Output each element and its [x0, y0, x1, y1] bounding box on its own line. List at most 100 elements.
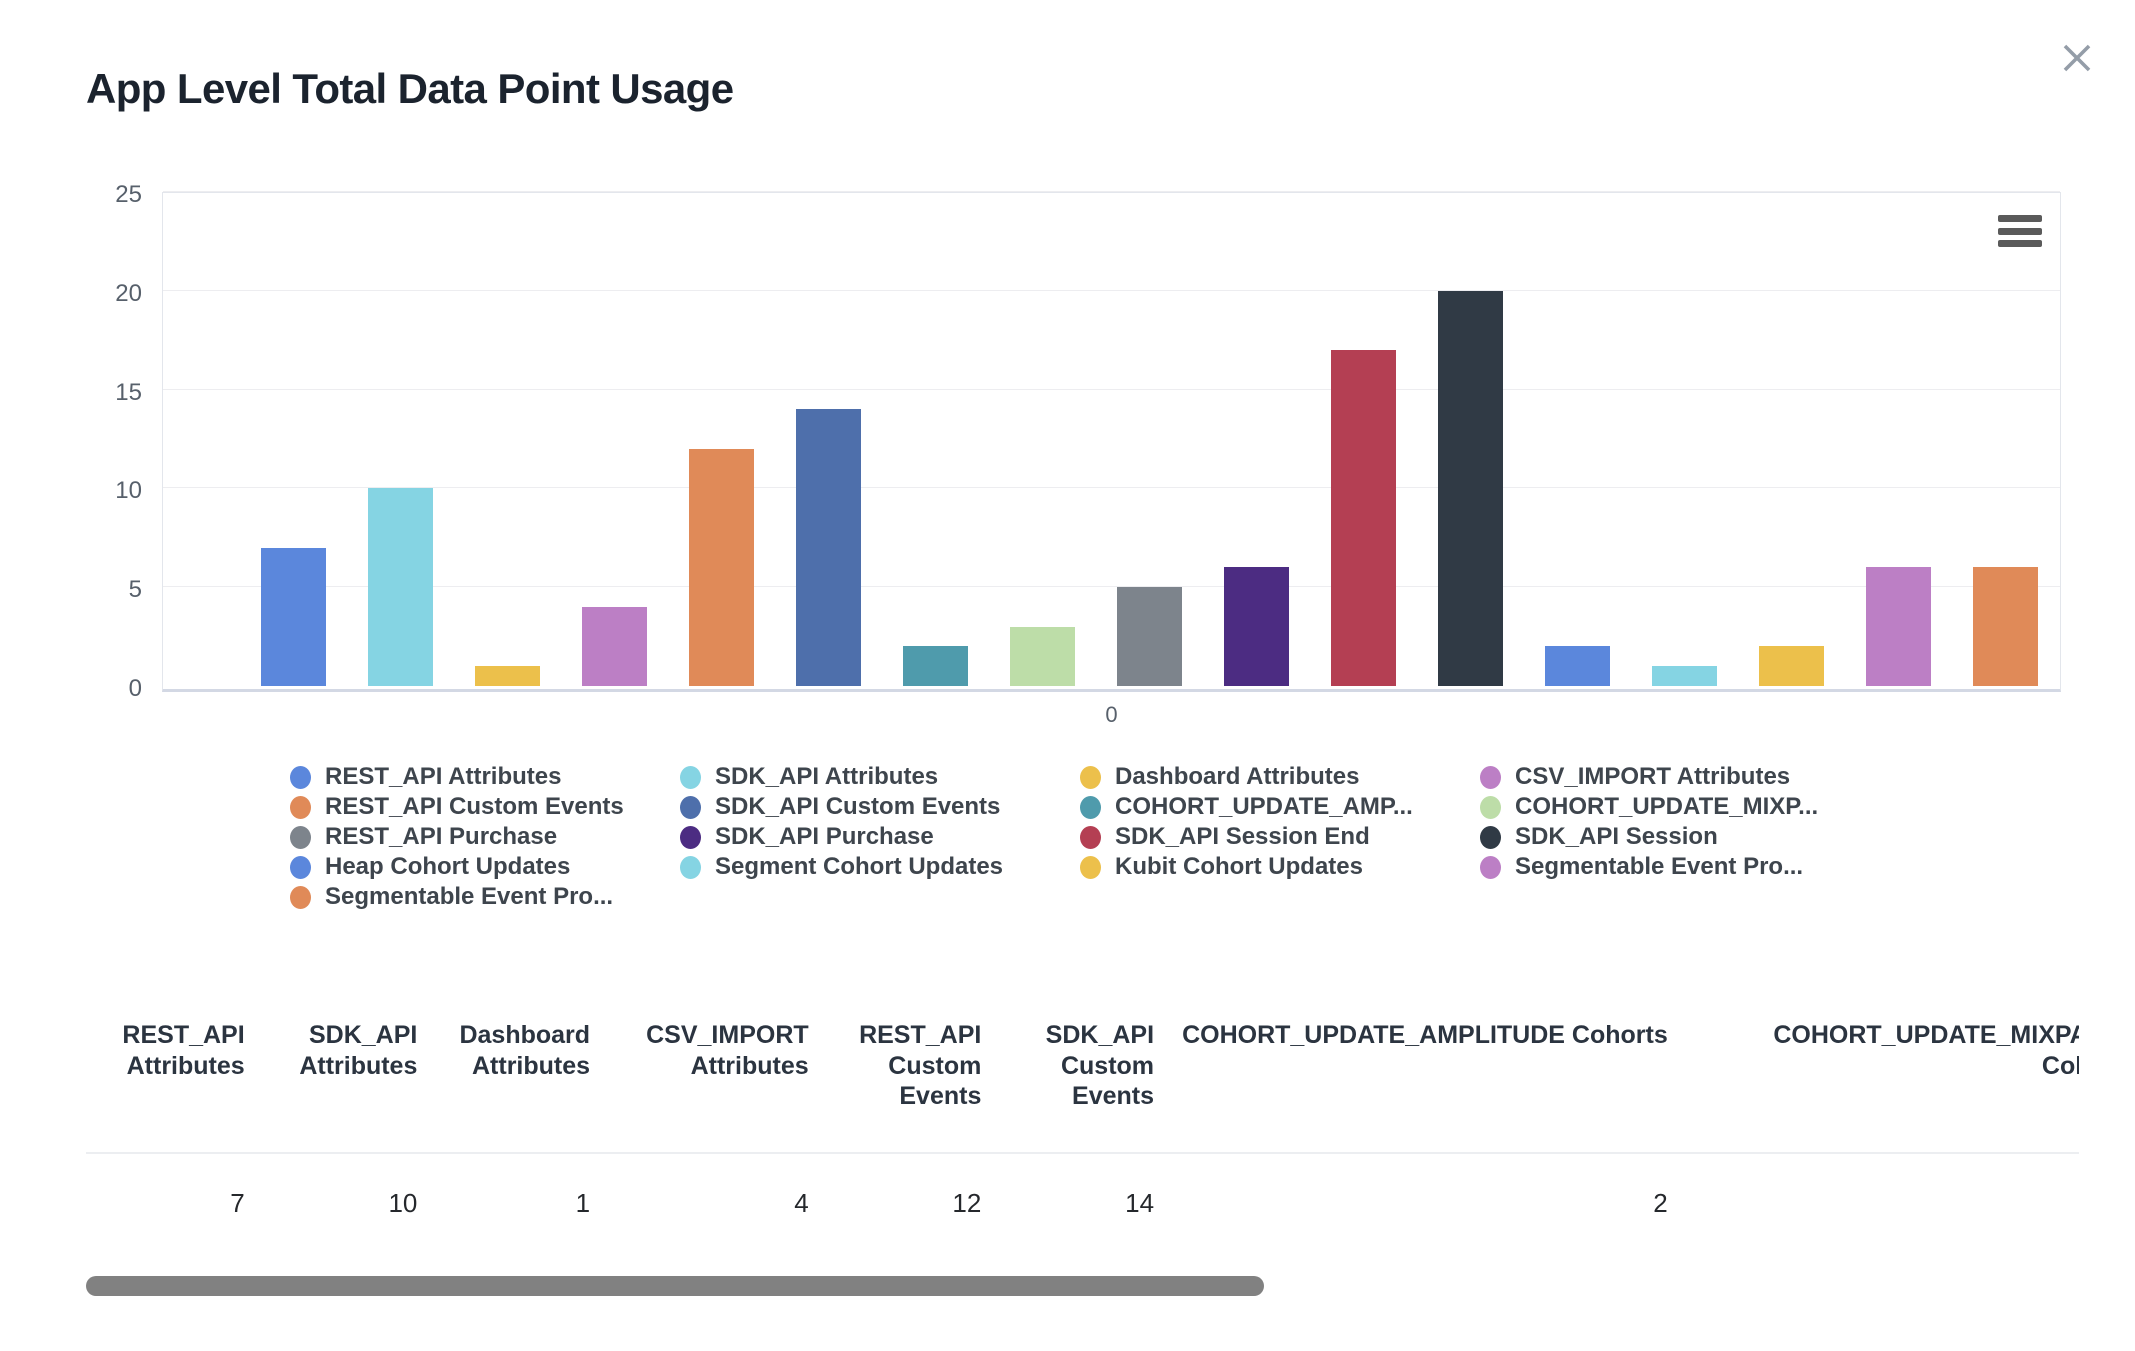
bar-slot: [561, 187, 668, 686]
legend-item-label: CSV_IMPORT Attributes: [1515, 763, 1791, 790]
bar[interactable]: [1010, 626, 1075, 686]
bar[interactable]: [582, 606, 647, 686]
legend-color-dot-icon: [290, 765, 311, 789]
legend-item[interactable]: Dashboard Attributes: [1080, 762, 1480, 792]
bar-slot: [1524, 187, 1631, 686]
legend-item-label: Segmentable Event Pro...: [325, 883, 614, 910]
legend-color-dot-icon: [290, 795, 311, 819]
y-axis-tick: 15: [115, 378, 142, 406]
legend-color-dot-icon: [1480, 825, 1501, 849]
table-cell: 12: [822, 1151, 996, 1240]
x-axis-label: 0: [1105, 702, 1118, 727]
bar-slot: [1417, 187, 1524, 686]
legend-color-dot-icon: [680, 795, 701, 819]
legend-item-label: Segmentable Event Pro...: [1515, 853, 1804, 880]
table-cell: 4: [604, 1151, 823, 1240]
table-cell: 10: [258, 1151, 432, 1240]
legend-item-label: SDK_API Purchase: [715, 823, 934, 850]
bar-slot: [240, 187, 347, 686]
bar[interactable]: [1973, 567, 2038, 686]
legend-item[interactable]: Segment Cohort Updates: [680, 852, 1080, 882]
table-column-header[interactable]: SDK_API Custom Events: [995, 1020, 1168, 1153]
legend-item[interactable]: Heap Cohort Updates: [290, 852, 680, 882]
bar[interactable]: [261, 547, 326, 686]
table-column-header[interactable]: COHORT_UPDATE_AMPLITUDE Cohorts: [1168, 1020, 1682, 1153]
bar-slot: [1845, 187, 1952, 686]
horizontal-scrollbar[interactable]: [86, 1276, 2079, 1296]
legend-item-label: REST_API Attributes: [325, 763, 562, 790]
bar[interactable]: [903, 646, 968, 686]
app-usage-modal: App Level Total Data Point Usage 0 5 10 15 2…: [0, 0, 2135, 1351]
data-table: REST_API Attributes SDK_API Attributes Das…: [86, 1020, 2079, 1240]
table-column-header[interactable]: COHORT_UPDATE_MIXPANEL Cohorts: [1682, 1020, 2079, 1153]
bar-slot: [1203, 187, 1310, 686]
bar-slot: [1952, 187, 2059, 686]
legend-item[interactable]: SDK_API Purchase: [680, 822, 1080, 852]
bar-slot: [1096, 187, 1203, 686]
bar[interactable]: [1331, 350, 1396, 686]
hamburger-menu-icon[interactable]: [1998, 211, 2042, 251]
y-axis-tick: 0: [128, 675, 142, 702]
bar[interactable]: [1224, 567, 1289, 686]
legend-item[interactable]: SDK_API Custom Events: [680, 792, 1080, 822]
legend-item-label: Heap Cohort Updates: [325, 853, 571, 880]
bar[interactable]: [368, 488, 433, 686]
table-body: 71014121423: [86, 1151, 2079, 1240]
table-column-header[interactable]: REST_API Custom Events: [823, 1020, 996, 1153]
table-cell: 7: [86, 1151, 259, 1240]
legend-item-label: Segment Cohort Updates: [715, 853, 1004, 880]
legend-item[interactable]: CSV_IMPORT Attributes: [1480, 762, 1850, 792]
scrollbar-thumb[interactable]: [86, 1276, 1264, 1296]
bar-slot: [775, 187, 882, 686]
legend-item[interactable]: Segmentable Event Pro...: [1480, 852, 1850, 882]
bar[interactable]: [796, 409, 861, 686]
bar-slot: [668, 187, 775, 686]
legend-item-label: Kubit Cohort Updates: [1115, 853, 1363, 880]
table-cell: 3: [1681, 1151, 2079, 1240]
page-title: App Level Total Data Point Usage: [86, 65, 734, 112]
legend-color-dot-icon: [290, 855, 311, 879]
bar[interactable]: [475, 666, 540, 686]
legend-color-dot-icon: [1480, 765, 1501, 789]
table-column-header[interactable]: CSV_IMPORT Attributes: [604, 1020, 823, 1153]
table-header-row: REST_API Attributes SDK_API Attributes Das…: [86, 1020, 2079, 1153]
bar-slot: [454, 187, 561, 686]
legend-item[interactable]: SDK_API Session: [1480, 822, 1850, 852]
y-axis-tick: 20: [115, 279, 142, 307]
legend-color-dot-icon: [290, 885, 311, 909]
plot-frame: [162, 191, 2061, 692]
bar[interactable]: [1438, 290, 1503, 686]
legend-item[interactable]: Segmentable Event Pro...: [290, 882, 680, 912]
table-cell: 14: [995, 1151, 1169, 1240]
legend-color-dot-icon: [680, 765, 701, 789]
legend-item[interactable]: REST_API Purchase: [290, 822, 680, 852]
legend-item[interactable]: REST_API Attributes: [290, 762, 680, 792]
bar[interactable]: [1759, 646, 1824, 686]
bar[interactable]: [1117, 587, 1182, 686]
table-column-header[interactable]: Dashboard Attributes: [431, 1020, 604, 1153]
legend-item[interactable]: SDK_API Session End: [1080, 822, 1480, 852]
bar[interactable]: [1652, 666, 1717, 686]
legend-item[interactable]: REST_API Custom Events: [290, 792, 680, 822]
legend-color-dot-icon: [1080, 855, 1101, 879]
bar[interactable]: [1545, 646, 1610, 686]
bar-slot: [882, 187, 989, 686]
legend-item[interactable]: Kubit Cohort Updates: [1080, 852, 1480, 882]
bar[interactable]: [689, 448, 754, 686]
table-column-header[interactable]: SDK_API Attributes: [259, 1020, 432, 1153]
y-axis-tick: 5: [128, 576, 142, 604]
bar-slot: [1631, 187, 1738, 686]
bar-slot: [1310, 187, 1417, 686]
chart-legend: REST_API Attributes REST_API Custom Event…: [290, 762, 1850, 912]
legend-item-label: COHORT_UPDATE_MIXP...: [1515, 793, 1819, 820]
table-cell: 1: [431, 1151, 605, 1240]
legend-item[interactable]: SDK_API Attributes: [680, 762, 1080, 792]
legend-item-label: SDK_API Attributes: [715, 763, 939, 790]
legend-item-label: COHORT_UPDATE_AMP...: [1115, 793, 1413, 820]
legend-item[interactable]: COHORT_UPDATE_AMP...: [1080, 792, 1480, 822]
bar[interactable]: [1866, 567, 1931, 686]
table-column-header[interactable]: REST_API Attributes: [86, 1020, 259, 1153]
legend-item[interactable]: COHORT_UPDATE_MIXP...: [1480, 792, 1850, 822]
legend-item-label: SDK_API Session: [1515, 823, 1718, 850]
close-icon[interactable]: [2051, 32, 2103, 84]
